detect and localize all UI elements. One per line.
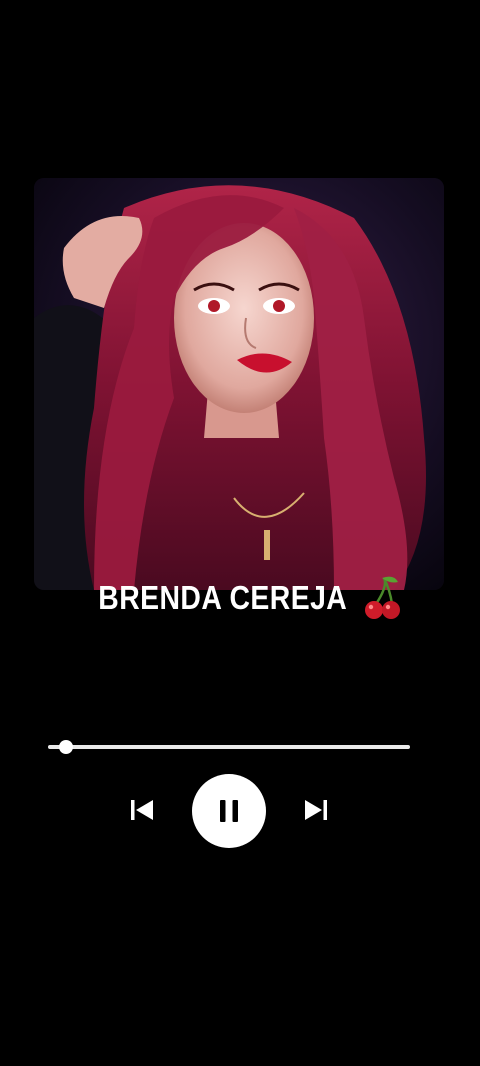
- album-art: [34, 178, 444, 590]
- song-title: BRENDA CEREJA: [98, 579, 348, 616]
- progress-track[interactable]: [48, 745, 410, 749]
- playback-progress-bar[interactable]: [48, 738, 410, 756]
- progress-handle[interactable]: [59, 740, 74, 754]
- cherry-icon: [364, 576, 400, 619]
- play-pause-button[interactable]: [192, 774, 266, 848]
- next-track-button[interactable]: [302, 796, 330, 824]
- skip-previous-icon: [131, 800, 153, 820]
- album-artwork-illustration: [34, 178, 444, 590]
- previous-track-button[interactable]: [128, 796, 156, 824]
- pause-icon: [220, 800, 238, 822]
- song-title-row: BRENDA CEREJA: [0, 568, 480, 628]
- skip-next-icon: [305, 800, 327, 820]
- playback-controls: [0, 772, 480, 848]
